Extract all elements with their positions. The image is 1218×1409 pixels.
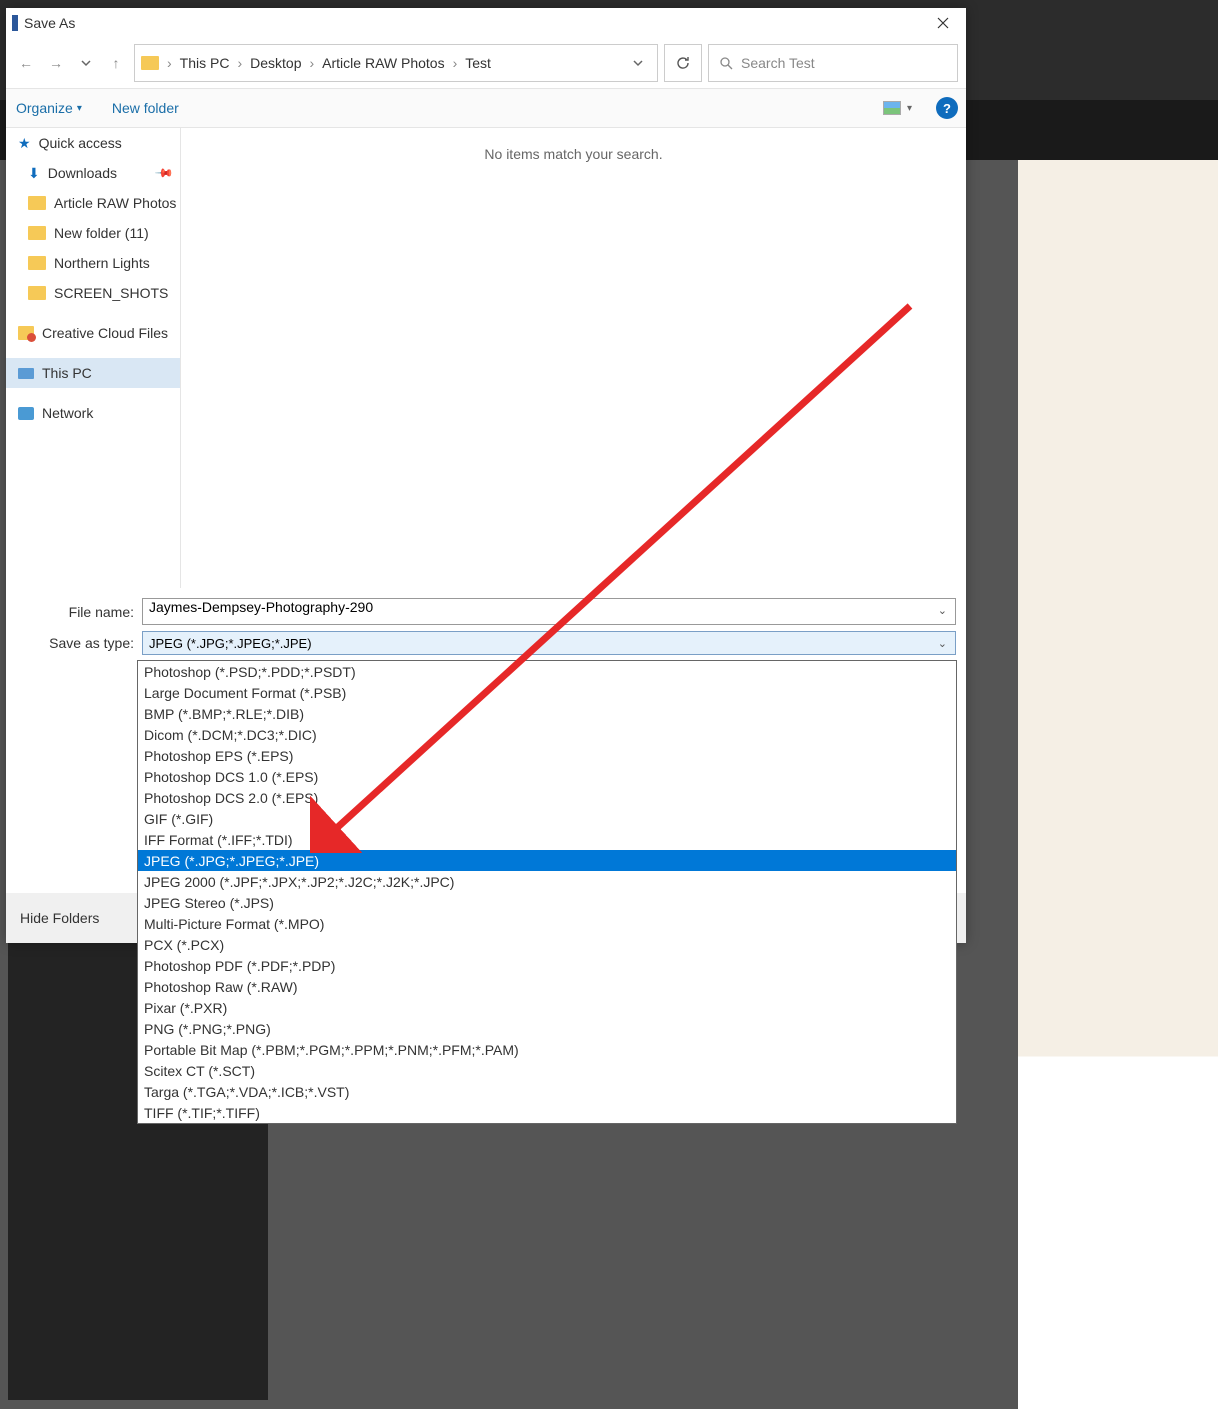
file-type-option[interactable]: Photoshop (*.PSD;*.PDD;*.PSDT) [138,661,956,682]
folder-icon [28,196,46,210]
file-type-option[interactable]: Multi-Picture Format (*.MPO) [138,913,956,934]
folder-icon [28,286,46,300]
pin-icon: 📌 [154,163,174,183]
file-type-option[interactable]: Photoshop PDF (*.PDF;*.PDP) [138,955,956,976]
file-type-option[interactable]: GIF (*.GIF) [138,808,956,829]
breadcrumb-item[interactable]: Desktop [250,55,301,71]
breadcrumb-item[interactable]: Article RAW Photos [322,55,444,71]
chevron-right-icon: › [306,55,319,71]
sidebar: ★ Quick access ⬇ Downloads 📌 Article RAW… [6,128,181,588]
file-type-option[interactable]: Photoshop DCS 1.0 (*.EPS) [138,766,956,787]
file-type-option[interactable]: Large Document Format (*.PSB) [138,682,956,703]
monitor-icon [18,368,34,379]
file-type-option[interactable]: IFF Format (*.IFF;*.TDI) [138,829,956,850]
search-placeholder: Search Test [741,55,815,71]
search-icon [719,56,733,70]
sidebar-item-screenshots[interactable]: SCREEN_SHOTS [6,278,180,308]
file-name-label: File name: [14,604,142,620]
sidebar-item-creative-cloud[interactable]: Creative Cloud Files [6,318,180,348]
recent-dropdown[interactable] [74,51,98,75]
folder-icon [28,256,46,270]
file-type-option[interactable]: PCX (*.PCX) [138,934,956,955]
chevron-right-icon: › [449,55,462,71]
file-type-option[interactable]: PNG (*.PNG;*.PNG) [138,1018,956,1039]
back-button[interactable]: ← [14,51,38,75]
file-type-option[interactable]: TIFF (*.TIF;*.TIFF) [138,1102,956,1123]
close-icon [937,17,949,29]
file-type-option[interactable]: Targa (*.TGA;*.VDA;*.ICB;*.VST) [138,1081,956,1102]
titlebar: Save As [6,8,966,38]
file-type-dropdown[interactable]: Photoshop (*.PSD;*.PDD;*.PSDT)Large Docu… [137,660,957,1124]
sidebar-item-network[interactable]: Network [6,398,180,428]
view-icon [883,101,901,115]
navigation-row: ← → ↑ › This PC › Desktop › Article RAW … [6,38,966,88]
file-type-option[interactable]: Dicom (*.DCM;*.DC3;*.DIC) [138,724,956,745]
breadcrumb-item[interactable]: Test [465,55,491,71]
body: ★ Quick access ⬇ Downloads 📌 Article RAW… [6,128,966,588]
view-button[interactable]: ▾ [883,101,912,115]
folder-icon [141,56,159,70]
star-icon: ★ [18,135,31,152]
network-icon [18,407,34,420]
file-type-option[interactable]: Portable Bit Map (*.PBM;*.PGM;*.PPM;*.PN… [138,1039,956,1060]
sidebar-item-downloads[interactable]: ⬇ Downloads 📌 [6,158,180,188]
organize-button[interactable]: Organize ▾ [14,96,84,120]
sidebar-item-northern-lights[interactable]: Northern Lights [6,248,180,278]
sidebar-item-this-pc[interactable]: This PC [6,358,180,388]
address-bar[interactable]: › This PC › Desktop › Article RAW Photos… [134,44,658,82]
save-type-select[interactable]: JPEG (*.JPG;*.JPEG;*.JPE) ⌄ [142,631,956,655]
sidebar-item-new-folder-11[interactable]: New folder (11) [6,218,180,248]
file-type-option[interactable]: Photoshop EPS (*.EPS) [138,745,956,766]
sidebar-item-article-raw[interactable]: Article RAW Photos [6,188,180,218]
file-type-option[interactable]: Photoshop DCS 2.0 (*.EPS) [138,787,956,808]
search-input[interactable]: Search Test [708,44,958,82]
refresh-button[interactable] [664,44,702,82]
breadcrumb-item[interactable]: This PC [180,55,230,71]
file-type-option[interactable]: Photoshop Raw (*.RAW) [138,976,956,997]
download-icon: ⬇ [28,165,40,182]
folder-icon [28,226,46,240]
file-type-option[interactable]: Scitex CT (*.SCT) [138,1060,956,1081]
file-type-option[interactable]: JPEG 2000 (*.JPF;*.JPX;*.JP2;*.J2C;*.J2K… [138,871,956,892]
up-button[interactable]: ↑ [104,51,128,75]
hide-folders-button[interactable]: Hide Folders [20,910,99,926]
address-dropdown[interactable] [625,55,651,71]
help-button[interactable]: ? [936,97,958,119]
toolbar: Organize ▾ New folder ▾ ? [6,88,966,128]
file-name-input[interactable]: Jaymes-Dempsey-Photography-290 ⌄ [142,598,956,625]
sidebar-item-quick-access[interactable]: ★ Quick access [6,128,180,158]
chevron-down-icon: ⌄ [938,637,947,650]
chevron-right-icon: › [163,55,176,71]
file-type-option[interactable]: JPEG (*.JPG;*.JPEG;*.JPE) [138,850,956,871]
file-type-option[interactable]: Pixar (*.PXR) [138,997,956,1018]
empty-message: No items match your search. [484,146,662,162]
new-folder-button[interactable]: New folder [112,100,179,116]
save-type-label: Save as type: [14,635,142,651]
creative-cloud-icon [18,326,34,340]
forward-button[interactable]: → [44,51,68,75]
file-list-area: No items match your search. [181,128,966,588]
chevron-down-icon[interactable]: ⌄ [938,604,947,617]
app-icon [12,15,18,31]
close-button[interactable] [920,9,966,37]
background-panel [1018,0,1218,1409]
chevron-right-icon: › [233,55,246,71]
dialog-title: Save As [24,15,75,31]
file-type-option[interactable]: BMP (*.BMP;*.RLE;*.DIB) [138,703,956,724]
file-type-option[interactable]: JPEG Stereo (*.JPS) [138,892,956,913]
refresh-icon [675,55,691,71]
